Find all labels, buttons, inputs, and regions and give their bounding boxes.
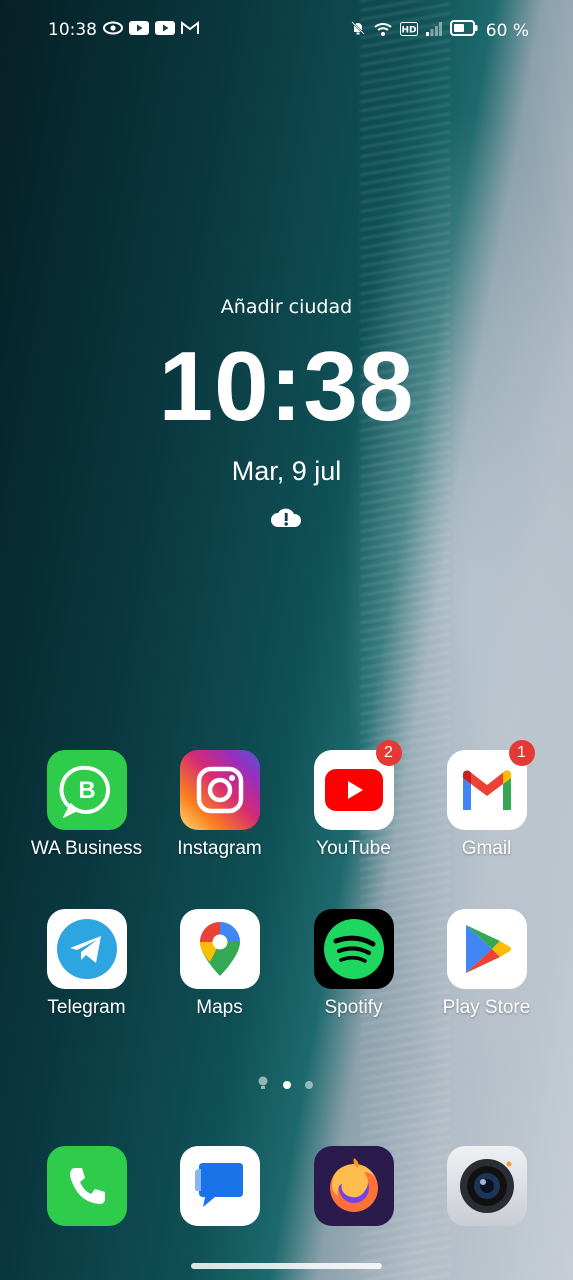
- home-screen: 10:38 HD 60 % Añadir ciudad 10:38 Mar, 9…: [0, 0, 573, 1280]
- svg-text:B: B: [78, 777, 95, 804]
- weather-add-city[interactable]: Añadir ciudad: [0, 296, 573, 318]
- app-label: Spotify: [324, 997, 383, 1018]
- youtube-icon: [129, 20, 149, 40]
- status-time: 10:38: [48, 20, 97, 40]
- spotify-icon[interactable]: [313, 909, 394, 989]
- app-label: Maps: [196, 997, 243, 1018]
- app-instagram[interactable]: Instagram: [153, 750, 286, 860]
- instagram-icon[interactable]: [179, 750, 260, 830]
- home-lightbulb-icon: [257, 1075, 269, 1094]
- camera-icon[interactable]: [446, 1146, 527, 1226]
- eye-icon: [103, 20, 123, 40]
- dock-firefox[interactable]: [287, 1146, 420, 1226]
- app-label: YouTube: [316, 838, 391, 859]
- phone-icon[interactable]: [46, 1146, 127, 1226]
- page-dot-active[interactable]: [283, 1080, 291, 1089]
- youtube-icon: [155, 20, 175, 40]
- dock-phone[interactable]: [20, 1146, 153, 1226]
- gmail-icon: [181, 20, 199, 40]
- app-youtube[interactable]: 2 YouTube: [287, 740, 420, 860]
- page-dot[interactable]: [305, 1080, 313, 1089]
- app-label: WA Business: [30, 838, 143, 859]
- app-gmail[interactable]: 1 Gmail: [420, 740, 553, 860]
- youtube-icon[interactable]: 2: [313, 740, 402, 830]
- wifi-icon: [374, 21, 392, 41]
- status-bar: 10:38 HD 60 %: [0, 0, 573, 64]
- clock-widget-time[interactable]: 10:38: [0, 330, 573, 443]
- notification-badge: 2: [375, 740, 402, 766]
- gmail-icon[interactable]: 1: [446, 740, 535, 830]
- maps-icon[interactable]: [179, 909, 260, 989]
- dock-messages[interactable]: [153, 1146, 286, 1226]
- app-label: Play Store: [442, 997, 531, 1018]
- telegram-icon[interactable]: [46, 909, 127, 989]
- messages-icon[interactable]: [179, 1146, 260, 1226]
- app-label: Telegram: [47, 997, 126, 1018]
- svg-text:HD: HD: [401, 25, 416, 35]
- app-label: Gmail: [461, 838, 512, 859]
- weather-alert-icon: [270, 507, 302, 533]
- app-spotify[interactable]: Spotify: [287, 909, 420, 1019]
- battery-percent: 60 %: [485, 20, 529, 41]
- clock-widget-date[interactable]: Mar, 9 jul: [0, 456, 573, 487]
- play-store-icon[interactable]: [446, 909, 527, 989]
- home-gesture-bar[interactable]: [191, 1263, 382, 1269]
- hd-icon: HD: [399, 21, 418, 41]
- app-label: Instagram: [177, 838, 262, 859]
- app-maps[interactable]: Maps: [153, 909, 286, 1019]
- page-indicator[interactable]: [257, 1075, 313, 1094]
- app-play-store[interactable]: Play Store: [420, 909, 553, 1019]
- dock-camera[interactable]: [420, 1146, 553, 1226]
- notification-badge: 1: [508, 740, 535, 766]
- firefox-icon[interactable]: [313, 1146, 394, 1226]
- whatsapp-business-icon[interactable]: B: [46, 750, 127, 830]
- app-telegram[interactable]: Telegram: [20, 909, 153, 1019]
- battery-icon: [449, 20, 478, 41]
- signal-icon: [425, 21, 442, 41]
- wallpaper-foam: [360, 0, 450, 1280]
- app-wa-business[interactable]: B WA Business: [20, 750, 153, 860]
- bell-off-icon: [350, 20, 366, 41]
